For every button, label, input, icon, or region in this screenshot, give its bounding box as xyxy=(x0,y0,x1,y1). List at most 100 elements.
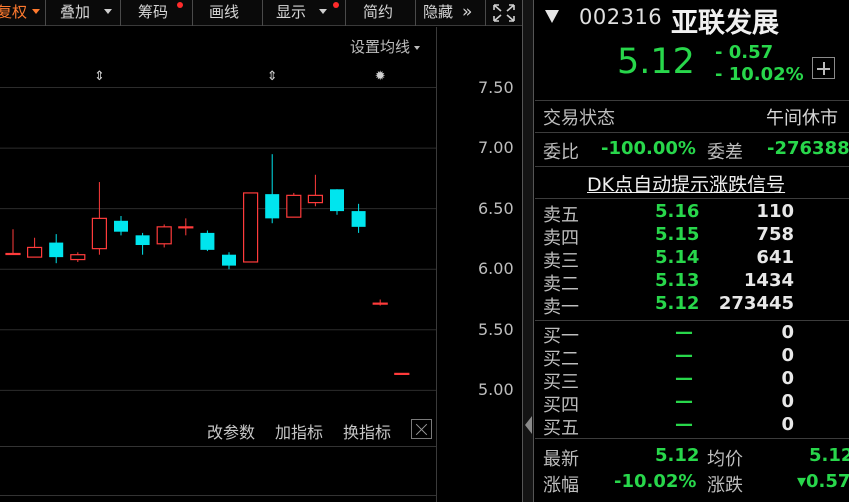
close-icon[interactable] xyxy=(411,419,432,439)
candle-body xyxy=(91,217,108,250)
buy-level-volume: 0 xyxy=(781,391,794,412)
divider xyxy=(535,438,849,439)
toolbar-adjust-label: 复权 xyxy=(0,3,28,21)
candle[interactable] xyxy=(156,224,172,248)
toolbar-overlay-label: 叠加 xyxy=(60,3,91,21)
chart-toolbar: 复权 叠加 筹码 画线 显示 简约 隐藏 » xyxy=(0,0,522,26)
buy-level-volume: 0 xyxy=(781,414,794,435)
dropdown-arrow-icon[interactable] xyxy=(545,10,559,23)
kline-chart-area[interactable]: 设置均线 ⇕ ⇕ ✹ 7.50 7.00 6.50 6.00 5.50 5.00 改参数 加指… xyxy=(0,27,522,502)
trade-status-label: 交易状态 xyxy=(543,108,615,129)
price-tick-label: 7.50 xyxy=(478,77,514,97)
candle[interactable] xyxy=(114,215,128,236)
fullscreen-icon xyxy=(493,4,515,22)
weicha-label: 委差 xyxy=(707,142,743,163)
candle[interactable] xyxy=(394,372,410,375)
candle[interactable] xyxy=(49,234,64,264)
sell-level-volume: 273445 xyxy=(718,293,794,314)
candle-body xyxy=(265,194,280,219)
toolbar-draw-button[interactable]: 画线 xyxy=(193,0,263,26)
pct-change-value: -10.02% xyxy=(614,471,697,492)
weicha-value: -276388 xyxy=(767,138,849,159)
candle[interactable] xyxy=(70,252,86,262)
candle-body xyxy=(200,232,215,250)
quote-header: 002316 亚联发展 5.12 - 0.57 - 10.02% xyxy=(535,0,849,98)
sell-level-price: 5.14 xyxy=(655,247,700,268)
divider xyxy=(535,166,849,167)
candle-body xyxy=(307,194,323,204)
candle[interactable] xyxy=(5,229,21,256)
candle[interactable] xyxy=(330,189,344,215)
candle-body xyxy=(243,192,259,263)
candle-body xyxy=(70,254,86,261)
sell-level-volume: 641 xyxy=(756,247,794,268)
buy-level-volume: 0 xyxy=(781,322,794,343)
candle-body xyxy=(156,226,172,245)
add-indicator-link[interactable]: 加指标 xyxy=(275,419,323,443)
kline-chart[interactable]: ⇕ ⇕ ✹ xyxy=(0,27,436,417)
candle[interactable] xyxy=(200,230,215,252)
add-watchlist-icon[interactable] xyxy=(812,57,835,79)
chevron-down-icon xyxy=(32,9,40,14)
toolbar-display-button[interactable]: 显示 xyxy=(263,0,346,26)
event-arrows-icon[interactable]: ⇕ xyxy=(267,69,278,84)
change-value: ▾0.57 xyxy=(797,471,849,492)
notification-dot-icon xyxy=(333,2,339,8)
avg-price-label: 均价 xyxy=(707,449,743,470)
price-tick-label: 6.00 xyxy=(478,259,514,279)
toolbar-hide-button[interactable]: 隐藏 » xyxy=(416,0,486,26)
change-label: 涨跌 xyxy=(707,475,743,496)
candle-body xyxy=(178,226,194,229)
sell-level-price: 5.13 xyxy=(655,270,700,291)
notification-dot-icon xyxy=(177,2,183,8)
change-indicator-link[interactable]: 换指标 xyxy=(343,419,391,443)
dk-signal-link[interactable]: DK点自动提示涨跌信号 xyxy=(587,170,785,197)
buy-level-price: — xyxy=(675,322,693,343)
divider xyxy=(535,320,849,321)
toolbar-chips-button[interactable]: 筹码 xyxy=(121,0,193,26)
toolbar-draw-label: 画线 xyxy=(209,3,240,21)
candle[interactable] xyxy=(286,192,302,218)
chevron-down-icon xyxy=(319,9,327,14)
avg-price-value: 5.12 xyxy=(809,445,849,466)
toolbar-simple-button[interactable]: 简约 xyxy=(346,0,416,26)
buy-level-volume: 0 xyxy=(781,345,794,366)
candle[interactable] xyxy=(243,192,259,263)
indicator-toolbar: 改参数 加指标 换指标 xyxy=(0,417,436,445)
sun-icon[interactable]: ✹ xyxy=(375,69,386,84)
edit-params-link[interactable]: 改参数 xyxy=(207,419,255,443)
candle[interactable] xyxy=(372,299,388,306)
candle-body xyxy=(351,211,366,227)
candle[interactable] xyxy=(178,218,194,236)
sell-level-price: 5.15 xyxy=(655,224,700,245)
pct-change-label: 涨幅 xyxy=(543,475,579,496)
buy-level-price: — xyxy=(675,368,693,389)
divider xyxy=(535,100,849,101)
candle-body xyxy=(372,302,388,305)
candle[interactable] xyxy=(91,182,108,255)
event-arrows-icon[interactable]: ⇕ xyxy=(94,69,105,84)
toolbar-adjust-button[interactable]: 复权 xyxy=(0,0,46,26)
price-tick-label: 5.50 xyxy=(478,319,514,339)
stock-code: 002316 xyxy=(579,5,663,29)
candle[interactable] xyxy=(222,252,236,270)
divider xyxy=(535,198,849,199)
toolbar-overlay-button[interactable]: 叠加 xyxy=(46,0,121,26)
sell-level-price: 5.16 xyxy=(655,201,700,222)
candle-body xyxy=(114,220,128,232)
candle[interactable] xyxy=(27,237,43,258)
divider xyxy=(0,495,436,496)
panel-splitter[interactable] xyxy=(522,0,534,502)
latest-label: 最新 xyxy=(543,449,579,470)
candle[interactable] xyxy=(265,154,280,224)
fullscreen-button[interactable] xyxy=(486,0,522,26)
collapse-arrow-icon[interactable] xyxy=(525,416,532,434)
candle[interactable] xyxy=(135,232,150,255)
candle[interactable] xyxy=(307,174,323,207)
divider xyxy=(0,446,436,447)
weibi-value: -100.00% xyxy=(601,138,696,159)
weibi-label: 委比 xyxy=(543,142,579,163)
chevron-down-icon xyxy=(104,9,112,14)
candle-body xyxy=(49,242,64,258)
divider xyxy=(535,132,849,133)
